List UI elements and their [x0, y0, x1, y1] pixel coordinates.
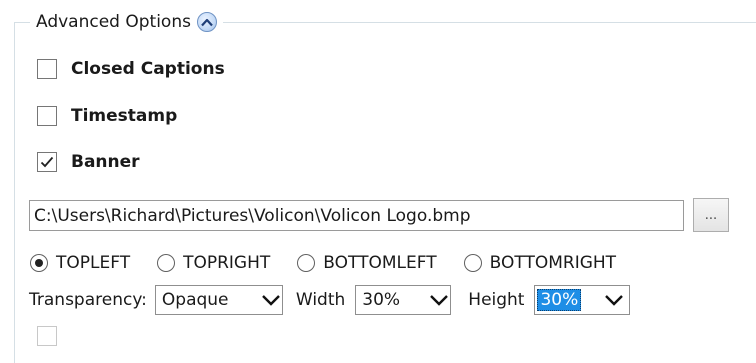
radio-bottomright[interactable]: BOTTOMRIGHT — [463, 253, 617, 273]
partial-checkbox[interactable] — [37, 326, 57, 346]
radio-bottomleft[interactable]: BOTTOMLEFT — [297, 253, 437, 273]
banner-appearance-row: Transparency: Opaque Width 30% Height 30… — [29, 284, 631, 316]
radio-topright-label: TOPRIGHT — [183, 253, 271, 273]
banner-label: Banner — [71, 152, 140, 172]
radio-bottomleft-circle[interactable] — [297, 254, 316, 272]
group-title: Advanced Options — [36, 12, 191, 32]
closed-captions-checkbox[interactable] — [37, 59, 57, 79]
timestamp-checkbox[interactable] — [37, 106, 57, 126]
radio-bottomright-circle[interactable] — [463, 254, 482, 272]
radio-topright[interactable]: TOPRIGHT — [157, 253, 270, 273]
group-header: Advanced Options — [30, 8, 223, 36]
radio-bottomleft-label: BOTTOMLEFT — [323, 253, 437, 273]
banner-file-path-input[interactable]: C:\Users\Richard\Pictures\Volicon\Volico… — [29, 200, 684, 231]
radio-topleft-label: TOPLEFT — [56, 253, 131, 273]
banner-position-group: TOPLEFT TOPRIGHT BOTTOMLEFT BOTTOMRIGHT — [30, 250, 616, 276]
height-label: Height — [468, 290, 525, 310]
banner-checkbox[interactable] — [37, 152, 57, 172]
timestamp-option[interactable]: Timestamp — [37, 103, 177, 129]
radio-topleft-circle[interactable] — [30, 254, 48, 272]
timestamp-label: Timestamp — [71, 106, 178, 126]
width-select[interactable]: 30% — [355, 285, 452, 315]
chevron-down-icon — [428, 293, 450, 307]
banner-file-path-value: C:\Users\Richard\Pictures\Volicon\Volico… — [34, 205, 471, 226]
transparency-value: Opaque — [161, 290, 229, 310]
radio-bottomright-label: BOTTOMRIGHT — [489, 253, 617, 273]
width-label: Width — [295, 290, 346, 310]
height-value: 30% — [537, 289, 582, 311]
browse-button[interactable]: ... — [693, 198, 729, 232]
height-select[interactable]: 30% — [534, 285, 631, 315]
width-value: 30% — [362, 290, 401, 310]
browse-button-label: ... — [704, 208, 718, 223]
check-icon — [40, 156, 54, 168]
transparency-label: Transparency: — [29, 290, 147, 310]
collapse-button[interactable] — [196, 12, 217, 32]
radio-topleft[interactable]: TOPLEFT — [30, 253, 130, 273]
radio-topright-circle[interactable] — [157, 254, 176, 272]
chevron-down-icon — [603, 293, 625, 307]
chevron-up-icon — [201, 18, 213, 26]
chevron-down-icon — [260, 293, 282, 307]
banner-option[interactable]: Banner — [37, 149, 140, 175]
radio-selected-dot — [35, 259, 43, 267]
closed-captions-label: Closed Captions — [71, 59, 225, 79]
closed-captions-option[interactable]: Closed Captions — [37, 56, 225, 82]
transparency-select[interactable]: Opaque — [154, 285, 283, 315]
